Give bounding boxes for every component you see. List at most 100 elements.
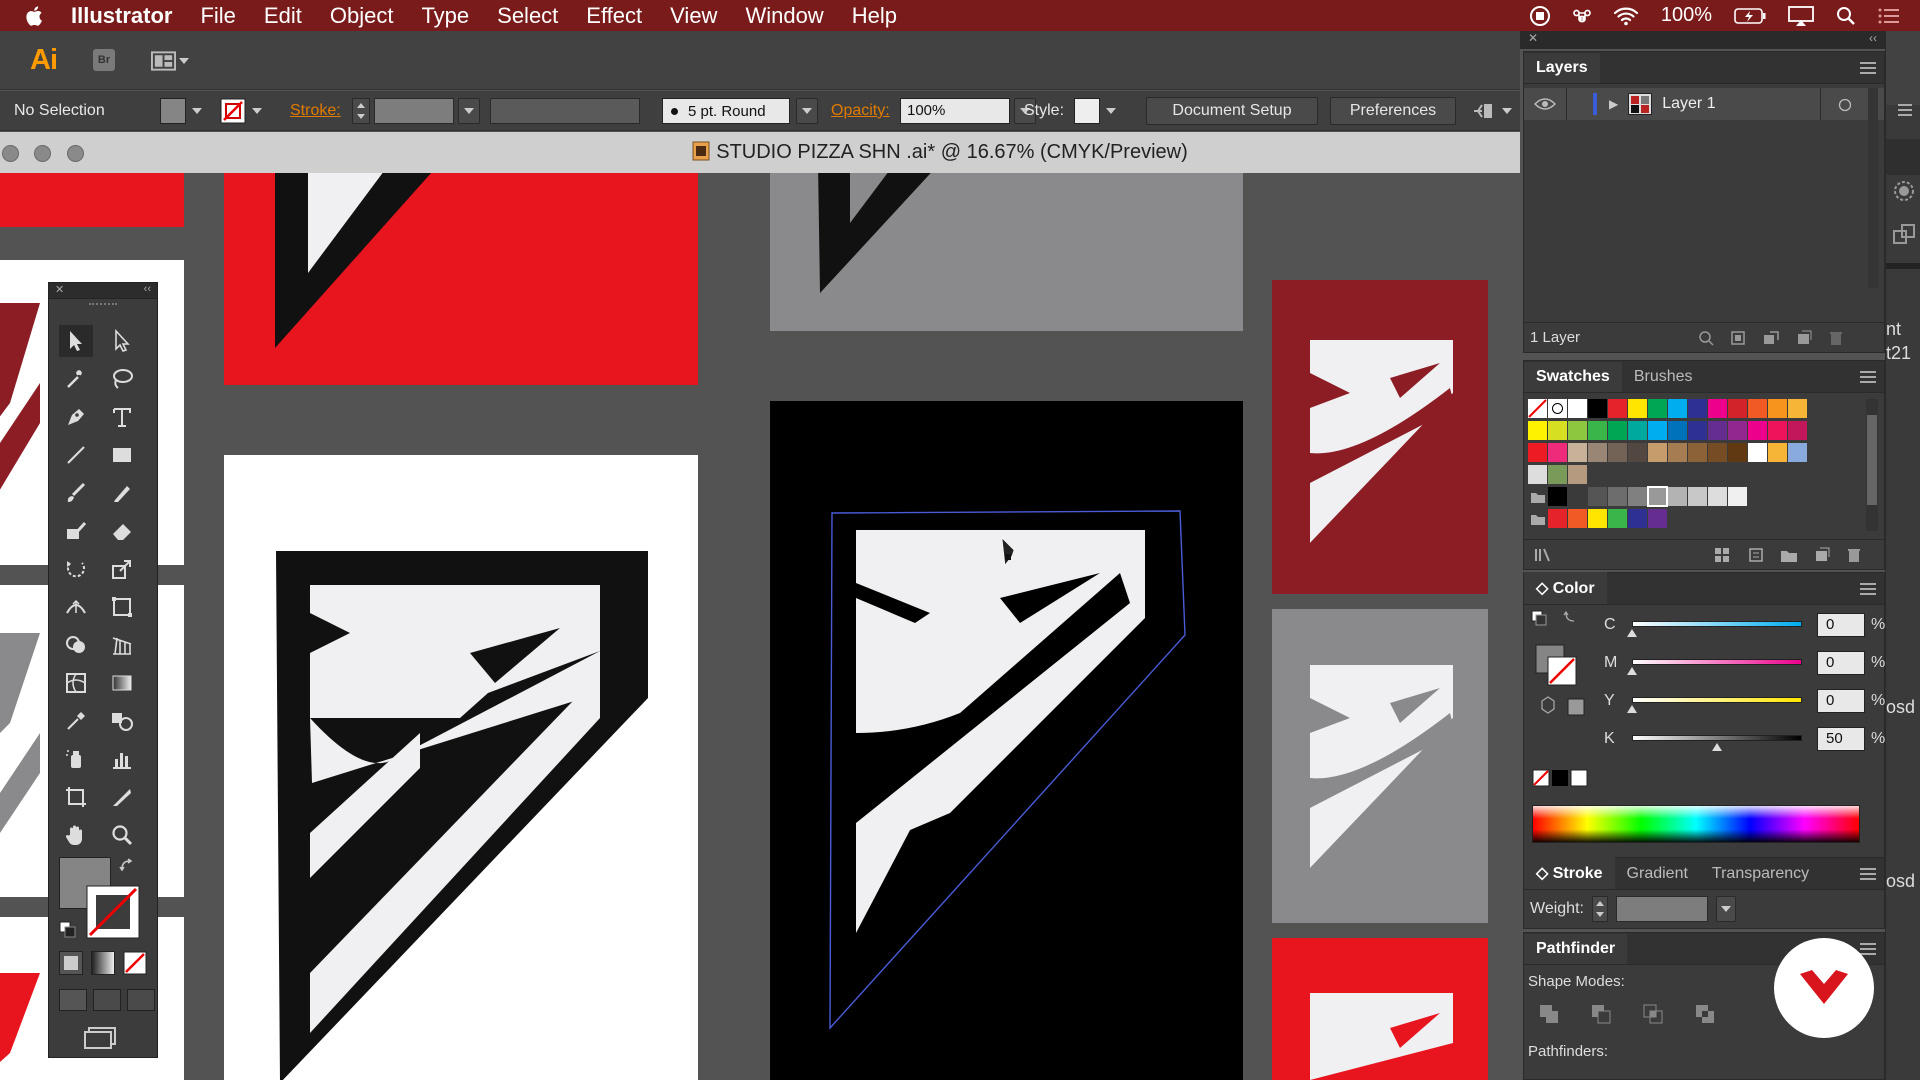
channel-slider[interactable]: [1632, 659, 1802, 665]
notification-center-icon[interactable]: [1878, 7, 1900, 25]
swatch[interactable]: [1568, 421, 1587, 440]
swatch[interactable]: [1708, 399, 1727, 418]
menu-effect[interactable]: Effect: [586, 3, 642, 29]
record-icon[interactable]: [1529, 5, 1551, 27]
tab-pathfinder[interactable]: Pathfinder: [1524, 934, 1628, 964]
tab-gradient[interactable]: Gradient: [1615, 859, 1700, 889]
eye-visibility-icon[interactable]: [1534, 97, 1556, 111]
zoom-tool[interactable]: [105, 819, 139, 851]
swatch[interactable]: [1588, 509, 1607, 528]
align-options-icon[interactable]: [1472, 101, 1494, 121]
swatch[interactable]: [1568, 399, 1587, 418]
swatch[interactable]: [1588, 443, 1607, 462]
pencil-tool[interactable]: [105, 477, 139, 509]
swatch-options-icon[interactable]: [1748, 547, 1764, 563]
transform-icon[interactable]: [1892, 223, 1916, 247]
stroke-color-control[interactable]: [220, 91, 262, 131]
swatch[interactable]: [1708, 421, 1727, 440]
channel-value-field[interactable]: 0: [1817, 651, 1865, 675]
swatch[interactable]: [1588, 421, 1607, 440]
swatch[interactable]: [1688, 399, 1707, 418]
slider-thumb[interactable]: [1627, 667, 1637, 675]
shaper-tool[interactable]: [59, 515, 93, 547]
spotlight-search-icon[interactable]: [1836, 6, 1856, 26]
unite-icon[interactable]: [1538, 1003, 1560, 1025]
panel-menu-icon[interactable]: [1896, 101, 1914, 119]
tab-swatches[interactable]: Swatches: [1524, 362, 1622, 392]
panel-menu-icon[interactable]: [1860, 868, 1876, 880]
collapse-icon[interactable]: ‹‹: [144, 283, 151, 295]
swatch[interactable]: [1548, 509, 1567, 528]
fill-control[interactable]: [160, 91, 202, 131]
swatch[interactable]: [1548, 487, 1567, 506]
stroke-weight-dropdown[interactable]: [458, 98, 480, 124]
line-segment-tool[interactable]: [59, 439, 93, 471]
expand-triangle-icon[interactable]: ▶: [1609, 97, 1618, 111]
swatch[interactable]: [1668, 421, 1687, 440]
slider-thumb[interactable]: [1627, 705, 1637, 713]
quick-colors[interactable]: [1532, 769, 1592, 789]
swatch-grid[interactable]: [1528, 399, 1868, 531]
new-swatch-icon[interactable]: [1814, 547, 1830, 563]
brush-dropdown[interactable]: [796, 98, 818, 124]
style-control[interactable]: [1074, 91, 1116, 131]
swatch[interactable]: [1728, 487, 1747, 506]
target-icon[interactable]: [1838, 98, 1852, 112]
menu-view[interactable]: View: [670, 3, 717, 29]
control-panel-options[interactable]: [1472, 91, 1512, 131]
menu-file[interactable]: File: [200, 3, 235, 29]
minus-front-icon[interactable]: [1590, 1003, 1612, 1025]
swatch[interactable]: [1688, 487, 1707, 506]
swatch[interactable]: [1768, 399, 1787, 418]
swatch-libraries-icon[interactable]: [1534, 547, 1556, 563]
color-fill-stroke-widget[interactable]: [1530, 609, 1590, 729]
swatch[interactable]: [1768, 421, 1787, 440]
swatch[interactable]: [1528, 465, 1547, 484]
pen-tool[interactable]: [59, 401, 93, 433]
swatch[interactable]: [1648, 421, 1667, 440]
swatch[interactable]: [1648, 509, 1667, 528]
none-mode-button[interactable]: [123, 951, 147, 975]
swap-fill-stroke-icon[interactable]: [119, 857, 135, 873]
rotate-tool[interactable]: [59, 553, 93, 585]
swatch[interactable]: [1628, 399, 1647, 418]
swatch[interactable]: [1548, 421, 1567, 440]
color-spectrum-ramp[interactable]: [1532, 805, 1860, 843]
eyedropper-tool[interactable]: [59, 705, 93, 737]
swatch[interactable]: [1688, 443, 1707, 462]
tab-brushes[interactable]: Brushes: [1622, 362, 1705, 392]
channel-slider[interactable]: [1632, 621, 1802, 627]
trash-icon[interactable]: [1846, 547, 1862, 563]
show-swatch-kinds-icon[interactable]: [1714, 547, 1732, 563]
locate-object-icon[interactable]: [1698, 330, 1714, 346]
swatch[interactable]: [1628, 421, 1647, 440]
eraser-tool[interactable]: [105, 515, 139, 547]
panel-menu-icon[interactable]: [1860, 371, 1876, 383]
create-sublayer-icon[interactable]: [1762, 330, 1780, 346]
tab-layers[interactable]: Layers: [1524, 53, 1600, 83]
lasso-tool[interactable]: [105, 363, 139, 395]
menu-edit[interactable]: Edit: [264, 3, 302, 29]
column-graph-tool[interactable]: [105, 743, 139, 775]
swatch[interactable]: [1708, 487, 1727, 506]
swatch[interactable]: [1528, 421, 1547, 440]
stepper-icon[interactable]: [352, 98, 370, 124]
mesh-tool[interactable]: [59, 667, 93, 699]
grip-handle[interactable]: [89, 303, 117, 311]
rectangle-tool[interactable]: [105, 439, 139, 471]
opacity-field[interactable]: 100%: [900, 98, 1010, 124]
swatch[interactable]: [1628, 509, 1647, 528]
layer-row[interactable]: ▶ Layer 1: [1524, 88, 1884, 120]
swatch[interactable]: [1608, 421, 1627, 440]
scale-tool[interactable]: [105, 553, 139, 585]
swatch[interactable]: [1548, 465, 1567, 484]
swatch[interactable]: [1528, 443, 1547, 462]
channel-value-field[interactable]: 0: [1817, 613, 1865, 637]
tools-panel-header[interactable]: ✕ ‹‹: [49, 283, 157, 299]
swatch[interactable]: [1688, 421, 1707, 440]
draw-inside-button[interactable]: [127, 989, 155, 1011]
direct-selection-tool[interactable]: [105, 325, 139, 357]
variable-width-control[interactable]: [490, 91, 640, 131]
swatch[interactable]: [1648, 399, 1667, 418]
stroke-color-swatch[interactable]: [86, 885, 140, 939]
